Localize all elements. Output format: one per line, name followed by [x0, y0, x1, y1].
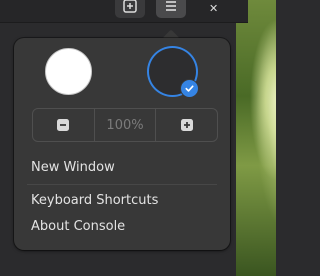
menu-separator — [27, 184, 217, 185]
light-style-button[interactable] — [45, 48, 92, 95]
new-tab-icon — [123, 0, 137, 13]
desktop-wallpaper — [236, 0, 276, 276]
main-menu-button[interactable] — [156, 0, 186, 18]
zoom-out-button[interactable] — [33, 109, 94, 141]
keyboard-shortcuts-menu-item[interactable]: Keyboard Shortcuts — [31, 193, 158, 209]
hamburger-menu-icon — [166, 1, 176, 11]
checkmark-icon — [180, 79, 199, 98]
window-headerbar: ✕ — [0, 0, 248, 23]
about-console-menu-item[interactable]: About Console — [31, 219, 125, 235]
new-tab-button[interactable] — [115, 0, 145, 18]
zoom-in-icon — [180, 119, 193, 131]
close-window-icon[interactable]: ✕ — [209, 2, 218, 15]
new-window-menu-item[interactable]: New Window — [31, 160, 115, 176]
zoom-control: 100% — [32, 108, 218, 142]
zoom-in-button[interactable] — [156, 109, 217, 141]
zoom-out-icon — [57, 119, 70, 131]
zoom-level[interactable]: 100% — [93, 109, 157, 141]
